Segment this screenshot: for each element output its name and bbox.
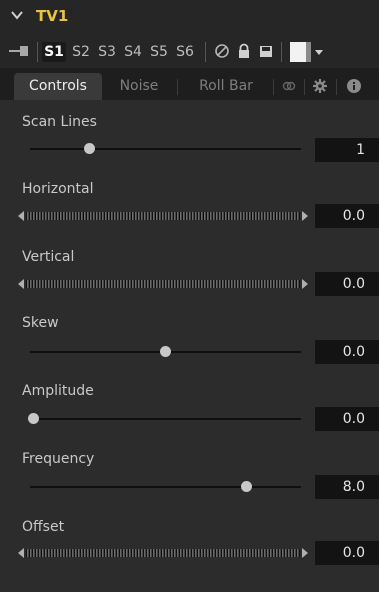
info-icon[interactable] (346, 78, 362, 94)
horizontal-value-field[interactable]: 0.0 (315, 204, 379, 228)
disable-icon[interactable] (213, 42, 231, 60)
frequency-value-field[interactable]: 8.0 (315, 475, 379, 499)
gear-icon[interactable] (312, 78, 328, 94)
version-button-s6[interactable]: S6 (174, 42, 196, 62)
frequency-slider-handle[interactable] (241, 481, 253, 492)
save-icon[interactable] (257, 42, 275, 60)
chevron-down-icon[interactable] (10, 8, 24, 22)
control-label-horizontal: Horizontal (22, 181, 94, 197)
tab-controls[interactable]: Controls (14, 73, 102, 100)
tab-divider (273, 79, 274, 95)
offset-value-field[interactable]: 0.0 (315, 541, 379, 565)
node-title: TV1 (36, 7, 69, 25)
version-button-s4[interactable]: S4 (122, 42, 144, 62)
vertical-value-field[interactable]: 0.0 (315, 272, 379, 296)
lock-icon[interactable] (235, 42, 253, 60)
frequency-slider-track[interactable] (30, 486, 301, 488)
scan-lines-slider-track[interactable] (30, 148, 301, 150)
control-label-skew: Skew (22, 315, 59, 331)
scan-lines-value-field[interactable]: 1 (315, 138, 379, 162)
vertical-thumbwheel[interactable] (18, 279, 308, 289)
link-icon[interactable] (281, 78, 297, 94)
amplitude-value-field[interactable]: 0.0 (315, 407, 379, 431)
horizontal-thumbwheel[interactable] (18, 211, 308, 221)
node-header[interactable]: TV1 (0, 0, 379, 34)
control-label-vertical: Vertical (22, 249, 75, 265)
toolbar-divider (37, 42, 38, 62)
version-button-s2[interactable]: S2 (70, 42, 92, 62)
inspector-panel: TV1 S1 S2 S3 S4 S5 S6 Controls Noise Rol… (0, 0, 379, 592)
skew-slider-handle[interactable] (160, 346, 171, 357)
color-swatch-icon[interactable] (290, 42, 306, 62)
chevron-down-icon[interactable] (315, 50, 323, 56)
version-button-s5[interactable]: S5 (148, 42, 170, 62)
tab-divider (177, 79, 178, 95)
tab-divider (304, 79, 305, 95)
tab-divider (336, 79, 337, 95)
version-button-s3[interactable]: S3 (96, 42, 118, 62)
control-label-frequency: Frequency (22, 451, 95, 467)
tab-noise[interactable]: Noise (108, 73, 170, 100)
version-toolbar: S1 S2 S3 S4 S5 S6 (0, 34, 379, 69)
toolbar-divider (205, 42, 206, 62)
toolbar-divider (281, 42, 282, 62)
amplitude-slider-handle[interactable] (27, 413, 39, 424)
tab-roll-bar[interactable]: Roll Bar (185, 73, 267, 100)
control-label-scan-lines: Scan Lines (22, 114, 97, 130)
offset-thumbwheel[interactable] (18, 548, 308, 558)
color-swatch-shade (306, 42, 311, 62)
control-label-offset: Offset (22, 519, 65, 535)
control-label-amplitude: Amplitude (22, 383, 94, 399)
version-button-s1[interactable]: S1 (42, 42, 66, 62)
pin-icon[interactable] (8, 44, 30, 58)
amplitude-slider-track[interactable] (30, 418, 301, 420)
skew-value-field[interactable]: 0.0 (315, 340, 379, 364)
tab-bar: Controls Noise Roll Bar (0, 68, 379, 100)
scan-lines-slider-handle[interactable] (84, 143, 96, 154)
